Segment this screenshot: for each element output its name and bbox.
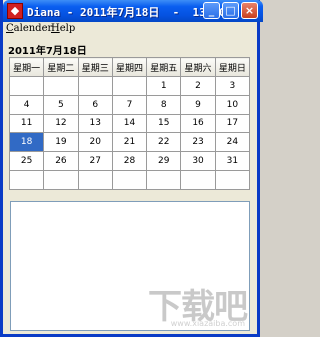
- day-cell[interactable]: 13: [77, 113, 113, 134]
- day-cell[interactable]: [180, 169, 216, 190]
- day-cell[interactable]: 22: [146, 132, 182, 153]
- day-cell[interactable]: 7: [111, 94, 148, 115]
- day-cell[interactable]: 20: [77, 132, 113, 153]
- weekday-header: 星期一: [8, 57, 45, 77]
- day-cell[interactable]: 9: [180, 94, 216, 115]
- close-button[interactable]: ×: [241, 2, 258, 19]
- day-cell[interactable]: 24: [214, 132, 251, 153]
- day-cell[interactable]: [43, 76, 79, 96]
- week-row: 4 5 6 7 8 9 10: [8, 94, 251, 115]
- day-cell[interactable]: [8, 76, 45, 96]
- day-cell[interactable]: 10: [214, 94, 251, 115]
- weekday-header-row: 星期一 星期二 星期三 星期四 星期五 星期六 星期日: [8, 57, 251, 77]
- day-cell[interactable]: 19: [43, 132, 79, 153]
- maximize-button[interactable]: □: [222, 2, 239, 19]
- weekday-header: 星期五: [146, 57, 182, 77]
- selected-day-cell[interactable]: 18: [8, 132, 45, 153]
- day-cell[interactable]: [214, 169, 251, 190]
- weekday-header: 星期二: [43, 57, 79, 77]
- menu-calender-mnemonic: C: [6, 23, 14, 34]
- menu-calender[interactable]: Calender: [6, 23, 52, 34]
- day-cell[interactable]: 16: [180, 113, 216, 134]
- day-cell[interactable]: 21: [111, 132, 148, 153]
- day-cell[interactable]: [43, 169, 79, 190]
- day-cell[interactable]: 29: [146, 151, 182, 171]
- weekday-header: 星期三: [77, 57, 113, 77]
- day-cell[interactable]: 8: [146, 94, 182, 115]
- window-title: Diana - 2011年7月18日 - 13:20: [27, 6, 226, 19]
- day-cell[interactable]: [77, 169, 113, 190]
- day-cell[interactable]: 4: [8, 94, 45, 115]
- menu-help-label: elp: [59, 23, 76, 34]
- current-date-label: 2011年7月18日: [8, 46, 87, 57]
- day-cell[interactable]: 6: [77, 94, 113, 115]
- day-cell[interactable]: 23: [180, 132, 216, 153]
- day-cell[interactable]: 25: [8, 151, 45, 171]
- app-window: ◆ Diana - 2011年7月18日 - 13:20 _ □ × Calen…: [0, 0, 263, 337]
- week-row: 1 2 3: [8, 76, 251, 96]
- day-cell[interactable]: 31: [214, 151, 251, 171]
- day-cell[interactable]: [111, 169, 148, 190]
- day-cell[interactable]: 14: [111, 113, 148, 134]
- weekday-header: 星期六: [180, 57, 216, 77]
- title-bar[interactable]: ◆ Diana - 2011年7月18日 - 13:20 _ □ ×: [3, 0, 263, 22]
- day-cell[interactable]: 5: [43, 94, 79, 115]
- minimize-button[interactable]: _: [203, 2, 220, 19]
- day-cell[interactable]: 12: [43, 113, 79, 134]
- day-cell[interactable]: 2: [180, 76, 216, 96]
- day-cell[interactable]: 3: [214, 76, 251, 96]
- day-cell[interactable]: [8, 169, 45, 190]
- day-cell[interactable]: [111, 76, 148, 96]
- day-cell[interactable]: 26: [43, 151, 79, 171]
- month-calendar: 星期一 星期二 星期三 星期四 星期五 星期六 星期日 1 2 3 4 5 6 …: [8, 57, 251, 190]
- menu-help-mnemonic: H: [51, 23, 60, 34]
- day-cell[interactable]: 17: [214, 113, 251, 134]
- day-cell[interactable]: 30: [180, 151, 216, 171]
- weekday-header: 星期四: [111, 57, 148, 77]
- watermark-url: www.xiazaiba.com: [170, 319, 245, 328]
- weekday-header: 星期日: [214, 57, 251, 77]
- day-cell[interactable]: 28: [111, 151, 148, 171]
- menu-calender-label: alender: [13, 23, 53, 34]
- week-row: [8, 169, 251, 190]
- week-row: 25 26 27 28 29 30 31: [8, 151, 251, 171]
- day-cell[interactable]: 15: [146, 113, 182, 134]
- week-row: 11 12 13 14 15 16 17: [8, 113, 251, 134]
- day-cell[interactable]: 1: [146, 76, 182, 96]
- week-row: 18 19 20 21 22 23 24: [8, 132, 251, 153]
- menu-help[interactable]: Help: [51, 23, 75, 34]
- menu-bar: Calender Help: [3, 22, 257, 38]
- day-cell[interactable]: [146, 169, 182, 190]
- day-cell[interactable]: 27: [77, 151, 113, 171]
- day-cell[interactable]: 11: [8, 113, 45, 134]
- day-cell[interactable]: [77, 76, 113, 96]
- diana-app-icon[interactable]: ◆: [7, 3, 23, 19]
